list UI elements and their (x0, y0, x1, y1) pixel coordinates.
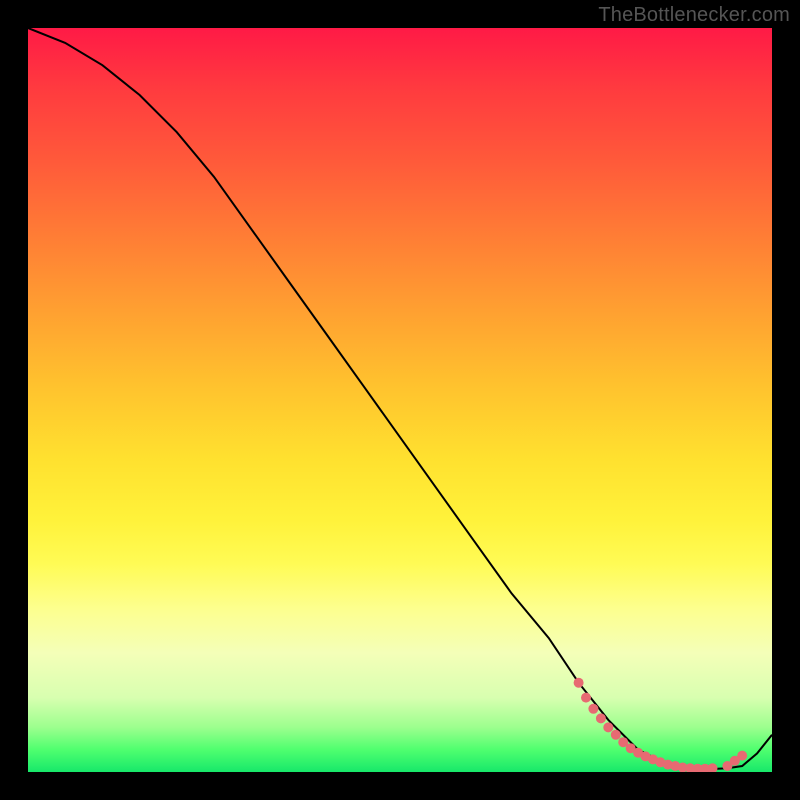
marker-dot (603, 722, 613, 732)
watermark-text: TheBottlenecker.com (598, 4, 790, 27)
marker-dot (581, 693, 591, 703)
highlight-markers (574, 678, 748, 772)
marker-dot (737, 751, 747, 761)
marker-dot (611, 730, 621, 740)
marker-dot (596, 713, 606, 723)
line-curve (28, 28, 772, 769)
curve-svg (28, 28, 772, 772)
marker-dot (574, 678, 584, 688)
chart-frame: TheBottlenecker.com (0, 0, 800, 800)
plot-area (28, 28, 772, 772)
marker-dot (708, 763, 718, 772)
marker-dot (588, 704, 598, 714)
